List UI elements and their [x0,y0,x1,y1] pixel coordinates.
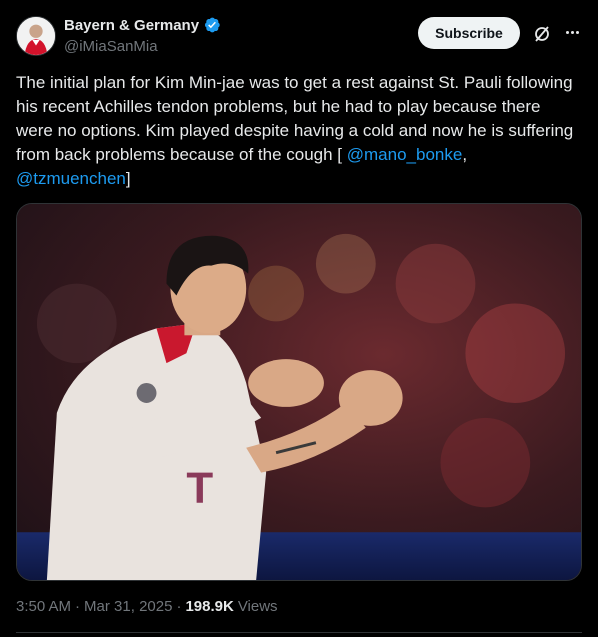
subscribe-button[interactable]: Subscribe [418,17,520,49]
verified-badge-icon [205,17,220,33]
grok-icon[interactable] [532,24,552,44]
tweet-date[interactable]: Mar 31, 2025 [84,598,172,615]
views-label: Views [237,598,278,615]
more-dot [565,30,569,34]
tweet-time[interactable]: 3:50 AM [16,598,71,615]
mention-separator: , [462,145,468,164]
meta-separator: · [176,598,182,615]
name-row: Bayern & Germany [64,16,221,34]
mention-link[interactable]: @mano_bonke [347,145,463,164]
more-dot [575,30,579,34]
tweet-card: Bayern & Germany @iMiaSanMia Subscribe T… [0,0,598,637]
more-dot [570,30,574,34]
handle[interactable]: @iMiaSanMia [64,38,158,55]
more-icon[interactable] [562,22,582,42]
tweet-body: The initial plan for Kim Min-jae was to … [16,73,574,164]
meta-separator: · [75,598,81,615]
avatar-image [17,17,55,55]
closing-bracket: ] [125,169,131,188]
player-photo: T [17,204,581,580]
svg-text:T: T [186,463,213,512]
tweet-meta: 3:50 AM · Mar 31, 2025 · 198.9K Views [16,598,278,615]
mention-link[interactable]: @tzmuenchen [16,169,126,188]
tweet-text: The initial plan for Kim Min-jae was to … [16,71,582,191]
tweet-photo[interactable]: T [16,203,582,581]
views-count[interactable]: 198.9K [185,598,233,615]
divider [16,632,582,633]
display-name[interactable]: Bayern & Germany [64,17,199,34]
avatar[interactable] [16,16,56,56]
